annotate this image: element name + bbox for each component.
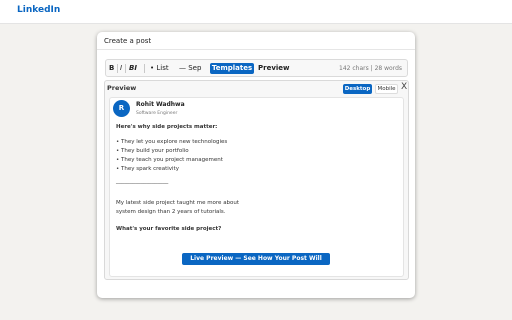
close-icon[interactable]: X: [401, 82, 407, 92]
character-word-count: 142 chars | 28 words: [339, 65, 402, 72]
linkedin-logo[interactable]: LinkedIn: [17, 5, 60, 15]
post-bullet: • They build your portfolio: [116, 148, 189, 154]
mobile-toggle[interactable]: Mobile: [375, 84, 398, 94]
post-heading: Here's why side projects matter:: [116, 124, 218, 130]
toolbar-divider: [125, 64, 126, 73]
post-bullet: • They teach you project management: [116, 157, 223, 163]
desktop-toggle[interactable]: Desktop: [343, 84, 372, 94]
author-headline: Software Engineer: [136, 111, 178, 116]
post-bullet: • They spark creativity: [116, 166, 179, 172]
avatar: R: [113, 100, 130, 117]
toolbar-divider: [117, 64, 118, 73]
preview-button[interactable]: Preview: [258, 63, 290, 74]
live-preview-button[interactable]: Live Preview — See How Your Post Will Lo…: [182, 253, 330, 274]
post-divider: ___________________: [116, 178, 169, 184]
preview-title: Preview: [107, 84, 137, 92]
preview-panel: Preview Desktop Mobile X R Rohit Wadhwa …: [104, 80, 409, 280]
author-name: Rohit Wadhwa: [136, 101, 185, 108]
post-question: What's your favorite side project?: [116, 226, 222, 232]
italic-button[interactable]: I: [120, 63, 122, 74]
post-paragraph-line: system design than 2 years of tutorials.: [116, 209, 226, 215]
bold-button[interactable]: B: [109, 63, 114, 74]
post-paragraph-line: My latest side project taught me more ab…: [116, 200, 240, 206]
formatting-toolbar: B I BI • List — Sep Templates Preview 14…: [105, 59, 408, 77]
top-bar: LinkedIn: [0, 0, 512, 24]
post-preview-card: R Rohit Wadhwa Software Engineer Here's …: [109, 97, 404, 277]
list-button[interactable]: • List: [150, 63, 169, 74]
toolbar-divider: [144, 64, 145, 73]
title-divider: [97, 49, 415, 50]
dialog-title: Create a post: [104, 37, 152, 45]
bold-italic-button[interactable]: BI: [129, 63, 137, 74]
post-bullet: • They let you explore new technologies: [116, 139, 228, 145]
separator-button[interactable]: — Sep: [179, 63, 201, 74]
templates-button[interactable]: Templates: [210, 63, 254, 74]
